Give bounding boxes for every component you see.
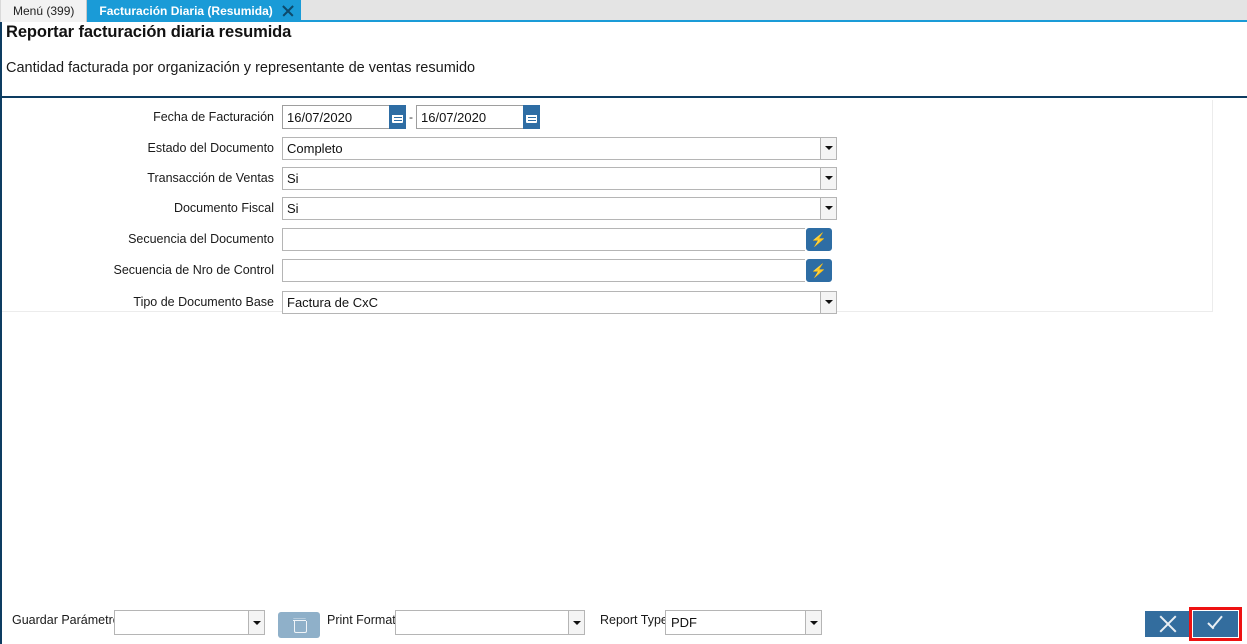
transaccion-ventas-control: Si: [282, 166, 837, 190]
field-row-secuencia-documento: Secuencia del Documento ⚡: [2, 224, 1211, 254]
documento-fiscal-control: Si: [282, 196, 837, 220]
label-secuencia-documento: Secuencia del Documento: [128, 232, 274, 246]
page-header: Reportar facturación diaria resumida Can…: [0, 22, 1247, 98]
estado-documento-input[interactable]: Completo: [282, 136, 820, 160]
date-range-separator: -: [409, 110, 413, 124]
print-format-input[interactable]: [395, 610, 568, 635]
secuencia-nro-control-input[interactable]: [282, 258, 805, 282]
check-icon: [1205, 613, 1227, 635]
field-row-fecha-facturacion: Fecha de Facturación 16/07/2020 - 16/07/…: [2, 102, 1211, 132]
chevron-down-icon-tipo-documento-base[interactable]: [820, 290, 837, 314]
trash-icon: [292, 619, 307, 633]
ok-button[interactable]: [1193, 611, 1238, 637]
estado-documento-control: Completo: [282, 136, 837, 160]
transaccion-ventas-input[interactable]: Si: [282, 166, 820, 190]
page-subtitle: Cantidad facturada por organización y re…: [6, 60, 476, 76]
chevron-down-icon-guardar-parametro[interactable]: [248, 610, 265, 635]
parameter-form: Fecha de Facturación 16/07/2020 - 16/07/…: [2, 100, 1213, 314]
label-fecha-facturacion: Fecha de Facturación: [153, 110, 274, 124]
label-tipo-documento-base: Tipo de Documento Base: [133, 295, 274, 309]
label-secuencia-nro-control: Secuencia de Nro de Control: [113, 263, 274, 277]
field-row-tipo-documento-base: Tipo de Documento Base Factura de CxC: [2, 287, 1211, 317]
calendar-icon-to[interactable]: [523, 105, 540, 129]
guardar-parametro-input[interactable]: [114, 610, 248, 635]
field-row-secuencia-nro-control: Secuencia de Nro de Control ⚡: [2, 255, 1211, 285]
field-row-transaccion-ventas: Transacción de Ventas Si: [2, 163, 1211, 193]
chevron-down-icon-transaccion-ventas[interactable]: [820, 166, 837, 190]
tab-bar: Menú (399) Facturación Diaria (Resumida): [0, 0, 1247, 22]
label-report-type: Report Type: [600, 613, 668, 627]
chevron-down-icon-estado-documento[interactable]: [820, 136, 837, 160]
chevron-down-icon-documento-fiscal[interactable]: [820, 196, 837, 220]
bottom-toolbar: Guardar Parámetro Print Format Report Ty…: [0, 595, 1247, 644]
secuencia-nro-control-control: ⚡: [282, 258, 832, 282]
lightning-icon-secuencia-nro-control[interactable]: ⚡: [806, 258, 832, 282]
chevron-down-icon-report-type[interactable]: [805, 610, 822, 635]
content-area: Fecha de Facturación 16/07/2020 - 16/07/…: [0, 98, 1247, 595]
tipo-documento-base-control: Factura de CxC: [282, 290, 837, 314]
field-row-documento-fiscal: Documento Fiscal Si: [2, 193, 1211, 223]
label-print-format: Print Format: [327, 613, 396, 627]
tab-menu[interactable]: Menú (399): [0, 0, 88, 22]
chevron-down-icon-print-format[interactable]: [568, 610, 585, 635]
fecha-facturacion-from-input[interactable]: 16/07/2020: [282, 105, 390, 129]
label-guardar-parametro: Guardar Parámetro: [12, 613, 120, 627]
report-type-combo: PDF: [665, 610, 822, 635]
calendar-icon-from[interactable]: [389, 105, 406, 129]
secuencia-documento-control: ⚡: [282, 227, 832, 251]
date-range-control: 16/07/2020 - 16/07/2020: [282, 105, 540, 129]
label-transaccion-ventas: Transacción de Ventas: [147, 171, 274, 185]
cancel-button[interactable]: [1145, 611, 1190, 637]
label-estado-documento: Estado del Documento: [147, 141, 274, 155]
tab-facturacion-diaria-label: Facturación Diaria (Resumida): [99, 4, 273, 18]
secuencia-documento-input[interactable]: [282, 227, 805, 251]
documento-fiscal-input[interactable]: Si: [282, 196, 820, 220]
fecha-facturacion-to-input[interactable]: 16/07/2020: [416, 105, 524, 129]
tab-menu-label: Menú (399): [13, 4, 75, 18]
lightning-icon-secuencia-documento[interactable]: ⚡: [806, 227, 832, 251]
print-format-combo: [395, 610, 585, 635]
report-type-input[interactable]: PDF: [665, 610, 805, 635]
tab-facturacion-diaria[interactable]: Facturación Diaria (Resumida): [87, 0, 301, 22]
label-documento-fiscal: Documento Fiscal: [173, 201, 274, 215]
guardar-parametro-combo: [114, 610, 265, 635]
field-row-estado-documento: Estado del Documento Completo: [2, 133, 1211, 163]
tipo-documento-base-input[interactable]: Factura de CxC: [282, 290, 820, 314]
tab-close-icon[interactable]: [279, 2, 297, 20]
delete-parameter-button[interactable]: [278, 612, 320, 638]
page-title: Reportar facturación diaria resumida: [6, 23, 292, 41]
close-x-icon: [1157, 613, 1179, 635]
